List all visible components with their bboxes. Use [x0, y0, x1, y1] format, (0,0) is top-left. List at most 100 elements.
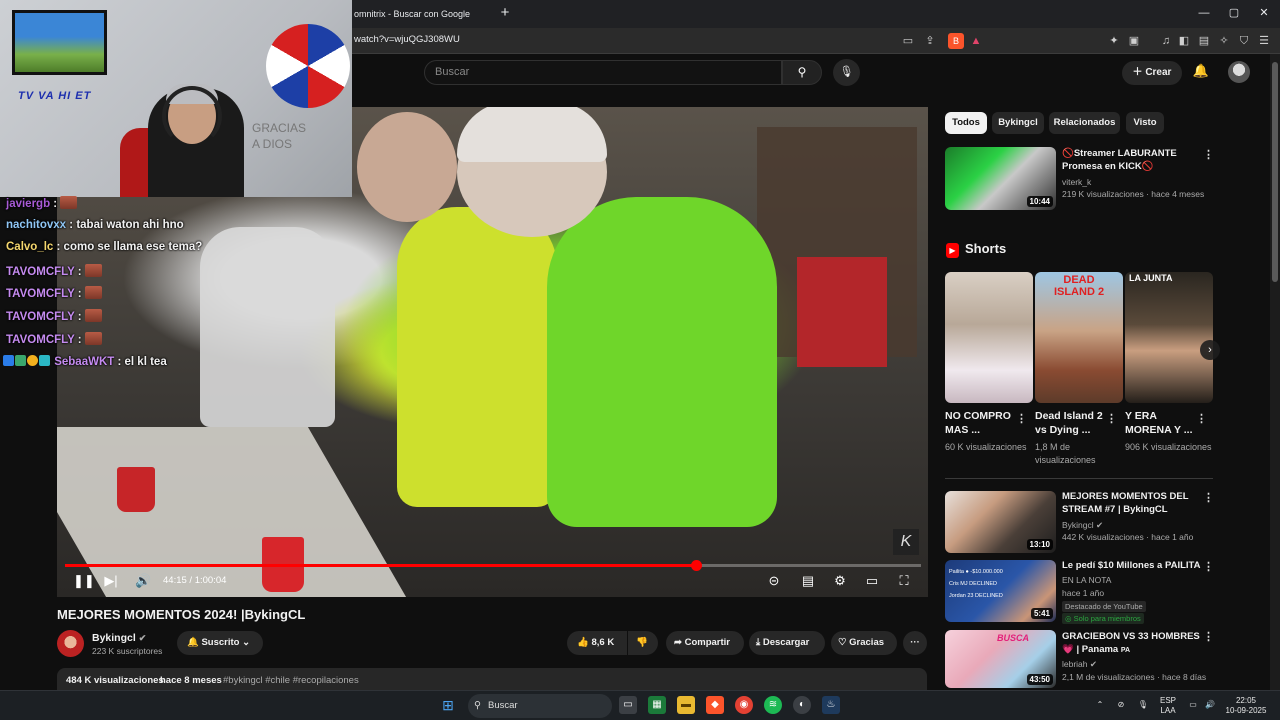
video-meta: 219 K visualizaciones · hace 4 meses [1062, 189, 1205, 199]
wallet-icon-2[interactable]: ▤ [1196, 33, 1212, 49]
chip-bykingcl[interactable]: Bykingcl [992, 112, 1044, 134]
short-thumbnail[interactable] [945, 272, 1033, 403]
leo-ai-icon[interactable]: ✧ [1216, 33, 1232, 49]
clock[interactable]: 22:05 10-09-2025 [1222, 696, 1270, 716]
progress-bar[interactable] [65, 560, 921, 571]
video-thumbnail[interactable]: BUSCA 43:50 [945, 630, 1056, 688]
short-thumbnail[interactable]: LA JUNTA [1125, 272, 1213, 403]
file-explorer-icon[interactable]: ▬ [677, 696, 695, 714]
settings-button[interactable]: ⚙ [831, 573, 849, 589]
thanks-button[interactable]: ♡ Gracias [831, 631, 897, 655]
video-channel[interactable]: viterk_k [1062, 176, 1091, 188]
video-title-link[interactable]: GRACIEBON VS 33 HOMBRES 💗 | Panama PA [1062, 630, 1202, 657]
scrollbar-thumb[interactable] [1272, 62, 1278, 282]
notifications-button[interactable]: 🔔 [1191, 63, 1211, 83]
spotify-icon[interactable]: ≋ [764, 696, 782, 714]
chip-visto[interactable]: Visto [1126, 112, 1164, 134]
short-title[interactable]: Y ERA MORENA Y ... [1125, 409, 1200, 437]
browser-tab[interactable]: omnitrix - Buscar con Google [348, 2, 488, 26]
video-title-link[interactable]: MEJORES MOMENTOS DEL STREAM #7 | BykingC… [1062, 490, 1202, 516]
vpn-icon[interactable]: ⛉ [1236, 33, 1252, 49]
dislike-button[interactable]: 👎 [628, 631, 658, 655]
display-icon[interactable]: ▭ [1186, 700, 1200, 710]
music-icon[interactable]: ♫ [1158, 33, 1174, 49]
short-thumbnail[interactable]: DEAD ISLAND 2 [1035, 272, 1123, 403]
progress-scrubber[interactable] [690, 560, 702, 571]
network-icon[interactable]: ⊘ [1114, 700, 1128, 710]
more-actions-button[interactable]: ··· [903, 631, 927, 655]
theater-mode-button[interactable]: ▭ [863, 573, 881, 589]
subscribed-button[interactable]: 🔔 Suscrito ⌄ [177, 631, 263, 655]
share-button[interactable]: ➦ Compartir [666, 631, 744, 655]
chip-todos[interactable]: Todos [945, 112, 987, 134]
task-view-icon[interactable]: ▭ [619, 696, 637, 714]
chrome-icon[interactable]: ◉ [735, 696, 753, 714]
search-input[interactable]: Buscar [424, 60, 782, 85]
channel-name[interactable]: Bykingcl ✔ [92, 632, 146, 644]
time-display: 44:15 / 1:00:04 [163, 575, 227, 586]
video-title-link[interactable]: Le pedí $10 Millones a PAILITA [1062, 559, 1202, 572]
channel-watermark[interactable]: K [893, 529, 919, 555]
volume-button[interactable]: 🔊 [135, 573, 151, 589]
video-scene-cup [117, 467, 155, 512]
url-field[interactable]: watch?v=wjuQGJ308WU [354, 34, 460, 45]
video-channel[interactable]: EN LA NOTA [1062, 574, 1111, 586]
kebab-menu-icon[interactable]: ⋮ [1203, 491, 1214, 504]
screen-icon[interactable]: ▭ [900, 33, 916, 49]
mic-tray-icon[interactable]: 🎙 [1137, 700, 1149, 710]
sidebar-toggle-icon[interactable]: ◧ [1176, 33, 1192, 49]
brave-shields-icon[interactable]: B [948, 33, 964, 49]
taskbar-search[interactable]: ⚲ Buscar [468, 694, 612, 718]
wallet-icon[interactable]: ▣ [1126, 33, 1142, 49]
kebab-menu-icon[interactable]: ⋮ [1016, 412, 1027, 425]
account-avatar[interactable] [1228, 61, 1250, 83]
subtitles-icon: ▤ [801, 573, 815, 588]
kebab-menu-icon[interactable]: ⋮ [1196, 412, 1207, 425]
video-channel[interactable]: Bykingcl ✔ [1062, 519, 1103, 531]
fullscreen-button[interactable]: ⛶ [895, 573, 913, 589]
maximize-button[interactable]: ▢ [1222, 4, 1246, 22]
share-page-icon[interactable]: ⇪ [922, 33, 938, 49]
language-indicator[interactable]: ESP LAA [1158, 696, 1178, 716]
extensions-icon[interactable]: ✦ [1106, 33, 1122, 49]
video-thumbnail[interactable]: 10:44 [945, 147, 1056, 210]
brave-rewards-icon[interactable]: ▲ [968, 33, 984, 49]
windows-start-icon[interactable]: ⊞ [439, 696, 457, 714]
excel-icon[interactable]: ▦ [648, 696, 666, 714]
kebab-menu-icon[interactable]: ⋮ [1203, 148, 1214, 161]
short-title[interactable]: Dead Island 2 vs Dying ... [1035, 409, 1110, 437]
page-scrollbar[interactable] [1270, 54, 1280, 690]
kebab-menu-icon[interactable]: ⋮ [1203, 560, 1214, 573]
close-window-button[interactable]: ✕ [1252, 4, 1276, 22]
search-button[interactable]: ⚲ [782, 60, 822, 85]
short-title[interactable]: NO COMPRO MAS ... [945, 409, 1020, 437]
kebab-menu-icon[interactable]: ⋮ [1203, 630, 1214, 643]
brave-browser-icon[interactable]: ◆ [706, 696, 724, 714]
subscriber-count: 223 K suscriptores [92, 646, 163, 656]
shorts-next-button[interactable]: › [1200, 340, 1220, 360]
menu-icon[interactable]: ☰ [1256, 33, 1272, 49]
chip-relacionados[interactable]: Relacionados [1049, 112, 1120, 134]
next-button[interactable]: ▶| [103, 573, 119, 589]
chat-username: nachitovxx [6, 219, 67, 231]
minimize-button[interactable]: — [1192, 4, 1216, 22]
hashtags[interactable]: #bykingcl #chile #recopilaciones [223, 675, 359, 686]
steam-icon[interactable]: ♨ [822, 696, 840, 714]
voice-search-button[interactable]: 🎙 [833, 59, 860, 86]
video-thumbnail[interactable]: Pailita ● -$10.000.000 Cris MJ DECLINED … [945, 560, 1056, 622]
subtitles-button[interactable]: ▤ [799, 573, 817, 589]
volume-tray-icon[interactable]: 🔊 [1204, 700, 1216, 710]
like-button[interactable]: 👍 8,6 K [567, 631, 627, 655]
new-tab-button[interactable]: + [496, 4, 514, 22]
autoplay-toggle[interactable]: ⊝ [763, 573, 785, 589]
download-button[interactable]: ⤓ Descargar [749, 631, 825, 655]
obs-icon[interactable]: ◐ [793, 696, 811, 714]
pause-button[interactable]: ❚❚ [73, 573, 95, 589]
video-channel[interactable]: lebriah ✔ [1062, 658, 1097, 670]
video-title-link[interactable]: 🚫Streamer LABURANTE Promesa en KICK🚫 [1062, 147, 1202, 173]
tray-overflow-icon[interactable]: ⌃ [1094, 700, 1106, 710]
kebab-menu-icon[interactable]: ⋮ [1106, 412, 1117, 425]
video-thumbnail[interactable]: 13:10 [945, 491, 1056, 553]
create-button[interactable]: ＋ Crear [1122, 61, 1182, 85]
channel-avatar[interactable] [57, 630, 84, 657]
